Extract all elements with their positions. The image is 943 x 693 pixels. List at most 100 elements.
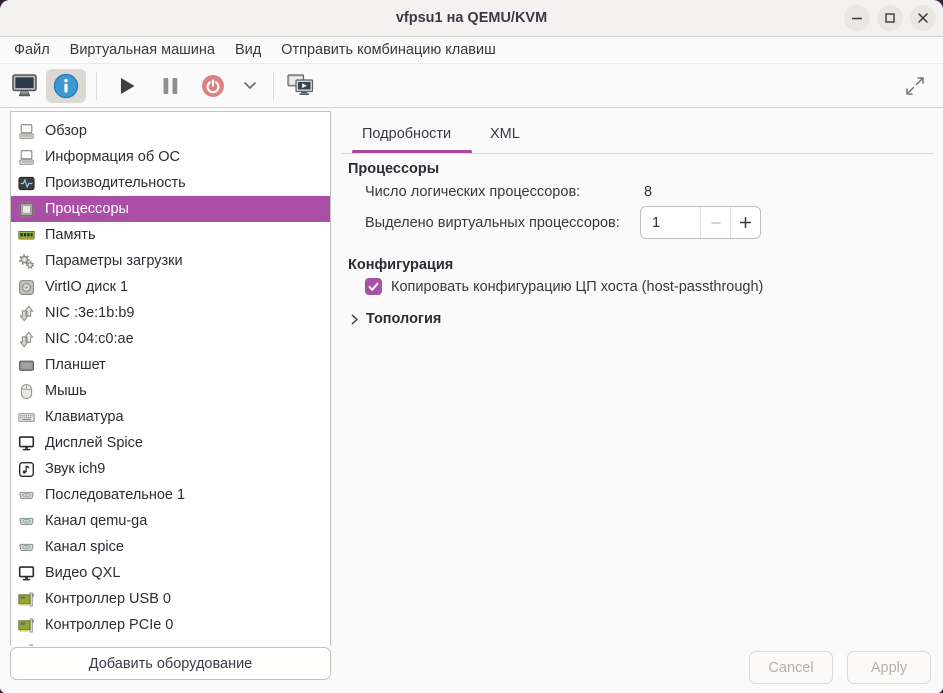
boot-gears-icon (18, 253, 35, 270)
copy-host-cpu-checkbox[interactable] (365, 278, 382, 295)
sidebar-item[interactable]: Клавиатура (11, 404, 330, 430)
vcpu-allocation-label: Выделено виртуальных процессоров: (365, 215, 620, 231)
sound-icon (18, 461, 35, 478)
menu-send-key[interactable]: Отправить комбинацию клавиш (271, 39, 506, 61)
footer: Добавить оборудование Cancel Apply (0, 646, 943, 693)
logical-cpus-label: Число логических процессоров: (365, 184, 580, 200)
shutdown-menu-button[interactable] (233, 69, 267, 103)
expand-window-button[interactable] (895, 69, 935, 103)
display-icon (18, 565, 35, 582)
play-icon (117, 76, 137, 96)
tablet-icon (18, 357, 35, 374)
sidebar-item[interactable]: Процессоры (11, 196, 330, 222)
vcpu-increment-button[interactable] (730, 207, 760, 238)
apply-button[interactable]: Apply (847, 651, 931, 684)
sidebar-item-label: Канал qemu-ga (45, 513, 147, 529)
sidebar-item[interactable]: Последовательное 1 (11, 482, 330, 508)
shutdown-button[interactable] (193, 69, 233, 103)
sidebar-item[interactable]: Канал spice (11, 534, 330, 560)
dual-display-icon (287, 74, 314, 97)
sidebar-item[interactable]: Планшет (11, 352, 330, 378)
performance-icon (18, 175, 35, 192)
menu-virtual-machine[interactable]: Виртуальная машина (60, 39, 225, 61)
sidebar-item[interactable]: VirtIO диск 1 (11, 274, 330, 300)
menubar: Файл Виртуальная машина Вид Отправить ко… (0, 37, 943, 64)
vm-details-window: vfpsu1 на QEMU/KVM Файл Виртуальная маши… (0, 0, 943, 693)
show-details-button[interactable] (46, 69, 86, 103)
sidebar-item-label: Процессоры (45, 201, 129, 217)
sidebar-item-label: NIC :04:c0:ae (45, 331, 134, 347)
pause-button[interactable] (150, 69, 190, 103)
computer-icon (18, 123, 35, 140)
tab-xml[interactable]: XML (490, 126, 520, 142)
topology-expander[interactable]: Топология (350, 311, 441, 327)
sidebar-item[interactable]: Видео QXL (11, 560, 330, 586)
sidebar-item[interactable]: NIC :04:c0:ae (11, 326, 330, 352)
toolbar-separator (96, 72, 97, 100)
sidebar-item[interactable]: Информация об ОС (11, 144, 330, 170)
sidebar-item[interactable]: Мышь (11, 378, 330, 404)
sidebar-item-label: Память (45, 227, 96, 243)
minus-icon (710, 217, 722, 229)
sidebar-item-label: Планшет (45, 357, 106, 373)
section-processors-title: Процессоры (348, 161, 439, 177)
pci-card-icon (18, 617, 35, 634)
sidebar-item-label: Последовательное 1 (45, 487, 185, 503)
menu-file[interactable]: Файл (4, 39, 60, 61)
cpu-icon (18, 201, 35, 218)
run-button[interactable] (107, 69, 147, 103)
sidebar-item[interactable]: Звук ich9 (11, 456, 330, 482)
serial-icon (18, 539, 35, 556)
sidebar-item[interactable]: Память (11, 222, 330, 248)
tab-details[interactable]: Подробности (362, 126, 451, 142)
memory-icon (18, 227, 35, 244)
titlebar[interactable]: vfpsu1 на QEMU/KVM (0, 0, 943, 37)
sidebar-item[interactable]: Контроллер USB 0 (11, 586, 330, 612)
display-icon (18, 435, 35, 452)
close-button[interactable] (910, 5, 936, 31)
cancel-button[interactable]: Cancel (749, 651, 833, 684)
network-icon (18, 305, 35, 322)
sidebar-item-label: Мышь (45, 383, 87, 399)
sidebar-item-label: Видео QXL (45, 565, 120, 581)
vcpu-spinner-value[interactable]: 1 (641, 207, 700, 238)
sidebar-item[interactable]: Производительность (11, 170, 330, 196)
sidebar-item-label: Дисплей Spice (45, 435, 143, 451)
sidebar-item[interactable]: Контроллер PCIe 0 (11, 612, 330, 638)
pci-card-icon (18, 591, 35, 608)
chevron-down-icon (243, 81, 257, 90)
pause-icon (161, 76, 180, 96)
sidebar-item[interactable]: Канал qemu-ga (11, 508, 330, 534)
add-hardware-button[interactable]: Добавить оборудование (10, 647, 331, 680)
section-configuration-title: Конфигурация (348, 257, 453, 273)
computer-icon (18, 149, 35, 166)
sidebar-item-label: Производительность (45, 175, 186, 191)
mouse-icon (18, 383, 35, 400)
sidebar-item-label: Канал spice (45, 539, 124, 555)
expand-arrows-icon (904, 75, 926, 97)
show-console-button[interactable] (4, 69, 44, 103)
sidebar-item[interactable]: Дисплей Spice (11, 430, 330, 456)
vcpu-decrement-button[interactable] (700, 207, 730, 238)
window-controls (844, 5, 936, 31)
fullscreen-console-button[interactable] (280, 69, 320, 103)
sidebar-item[interactable]: NIC :3e:1b:b9 (11, 300, 330, 326)
sidebar-item-label: Параметры загрузки (45, 253, 183, 269)
copy-host-cpu-label[interactable]: Копировать конфигурацию ЦП хоста (host-p… (391, 279, 763, 295)
details-pane: Подробности XML Процессоры Число логичес… (341, 108, 943, 646)
keyboard-icon (18, 409, 35, 426)
power-icon (200, 73, 226, 99)
maximize-button[interactable] (877, 5, 903, 31)
sidebar-item[interactable]: Параметры загрузки (11, 248, 330, 274)
window-title: vfpsu1 на QEMU/KVM (396, 10, 547, 26)
network-icon (18, 331, 35, 348)
minimize-icon (851, 12, 863, 24)
menu-view[interactable]: Вид (225, 39, 271, 61)
sidebar-item-label: Контроллер USB 0 (45, 591, 171, 607)
topology-label: Топология (366, 311, 441, 327)
disk-icon (18, 279, 35, 296)
sidebar-item-label: VirtIO диск 1 (45, 279, 128, 295)
sidebar-item[interactable]: Обзор (11, 118, 330, 144)
plus-icon (739, 216, 752, 229)
minimize-button[interactable] (844, 5, 870, 31)
